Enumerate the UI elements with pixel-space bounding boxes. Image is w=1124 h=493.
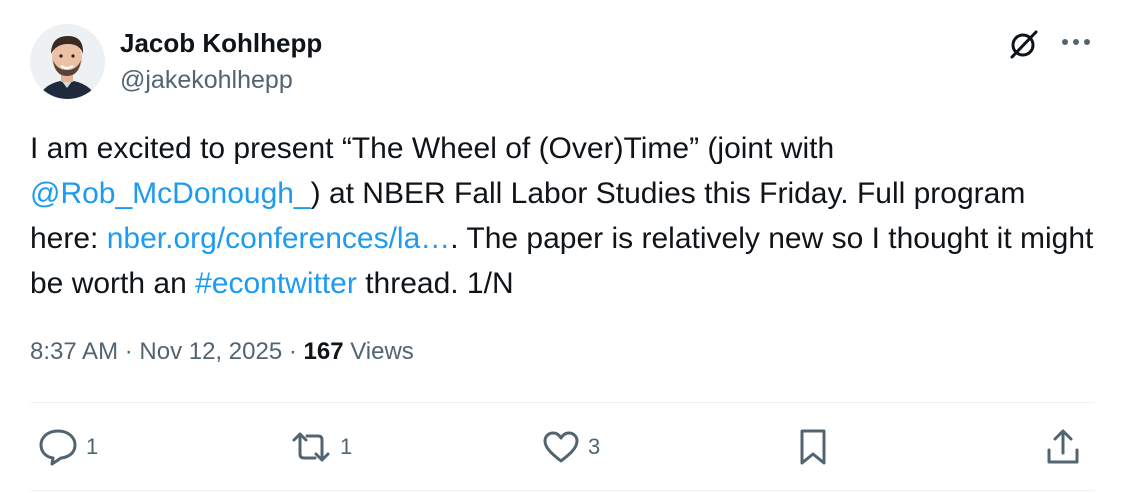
bookmark-icon — [800, 429, 826, 465]
avatar[interactable] — [30, 24, 105, 99]
meta-separator: · — [282, 338, 304, 365]
more-button[interactable] — [1058, 24, 1094, 60]
retweet-count: 1 — [340, 434, 353, 459]
retweet-button[interactable]: 1 — [290, 424, 352, 470]
reply-count: 1 — [86, 434, 99, 459]
bookmark-button[interactable] — [797, 424, 829, 470]
url-link[interactable]: nber.org/conferences/la… — [107, 222, 451, 255]
mention-link[interactable]: @Rob_McDonough_ — [30, 177, 311, 210]
tweet-date[interactable]: Nov 12, 2025 — [139, 338, 282, 365]
hashtag-link[interactable]: #econtwitter — [195, 267, 357, 300]
tweet-meta: 8:37 AM · Nov 12, 2025 · 167 Views — [30, 338, 414, 366]
grok-icon — [1010, 30, 1038, 59]
views-count: 167 — [303, 338, 344, 365]
divider — [30, 402, 1094, 403]
heart-icon — [543, 431, 579, 463]
divider — [30, 490, 1094, 491]
reply-button[interactable]: 1 — [38, 424, 98, 470]
more-icon — [1062, 39, 1090, 45]
avatar-image — [30, 24, 105, 99]
like-count: 3 — [588, 434, 601, 459]
like-button[interactable]: 3 — [542, 424, 600, 470]
tweet-text-part: I am excited to present “The Wheel of (O… — [30, 132, 835, 165]
tweet-time[interactable]: 8:37 AM — [30, 338, 118, 365]
tweet-text-part: thread. 1/N — [356, 267, 514, 300]
views-label: Views — [343, 338, 414, 365]
author-display-name[interactable]: Jacob Kohlhepp — [120, 28, 322, 59]
meta-separator: · — [118, 338, 140, 365]
share-button[interactable] — [1044, 424, 1082, 470]
grok-button[interactable] — [1004, 24, 1044, 64]
author-handle[interactable]: @jakekohlhepp — [120, 66, 293, 95]
reply-icon — [39, 429, 77, 466]
share-icon — [1047, 429, 1079, 464]
tweet-text: I am excited to present “The Wheel of (O… — [30, 126, 1100, 306]
retweet-icon — [292, 432, 330, 462]
